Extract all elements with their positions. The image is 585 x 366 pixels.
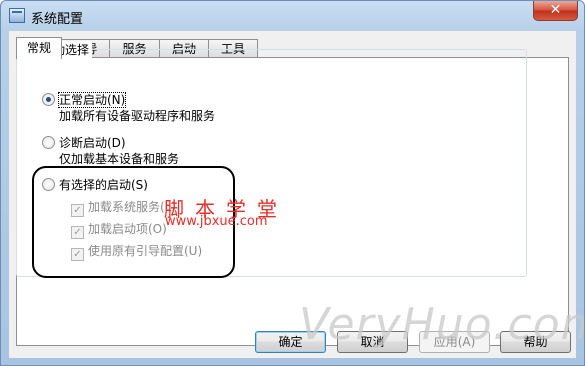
title-bar[interactable]: 系统配置 ✕ [1, 1, 584, 31]
radio-icon[interactable] [42, 136, 55, 149]
system-config-window: 系统配置 ✕ 常规 引导 服务 启动 工具 启动选择 正常启动(N) 加载所有设… [0, 0, 585, 366]
tab-general[interactable]: 常规 [16, 37, 62, 59]
diagnostic-startup-label: 诊断启动(D) [59, 136, 126, 150]
watermark-brand: VeryHuo.com [299, 299, 585, 350]
watermark-site-url: www.jbxue.com [165, 214, 268, 229]
normal-startup-desc: 加载所有设备驱动程序和服务 [59, 109, 216, 123]
msconfig-icon [9, 8, 25, 23]
close-button[interactable]: ✕ [533, 1, 578, 21]
diagnostic-startup-desc: 仅加载基本设备和服务 [59, 152, 180, 166]
radio-selected-icon[interactable] [42, 93, 55, 106]
window-title: 系统配置 [31, 12, 84, 27]
diagnostic-startup-radio[interactable]: 诊断启动(D) [42, 134, 126, 151]
normal-startup-label: 正常启动(N) [57, 92, 127, 108]
normal-startup-radio[interactable]: 正常启动(N) [42, 91, 127, 108]
